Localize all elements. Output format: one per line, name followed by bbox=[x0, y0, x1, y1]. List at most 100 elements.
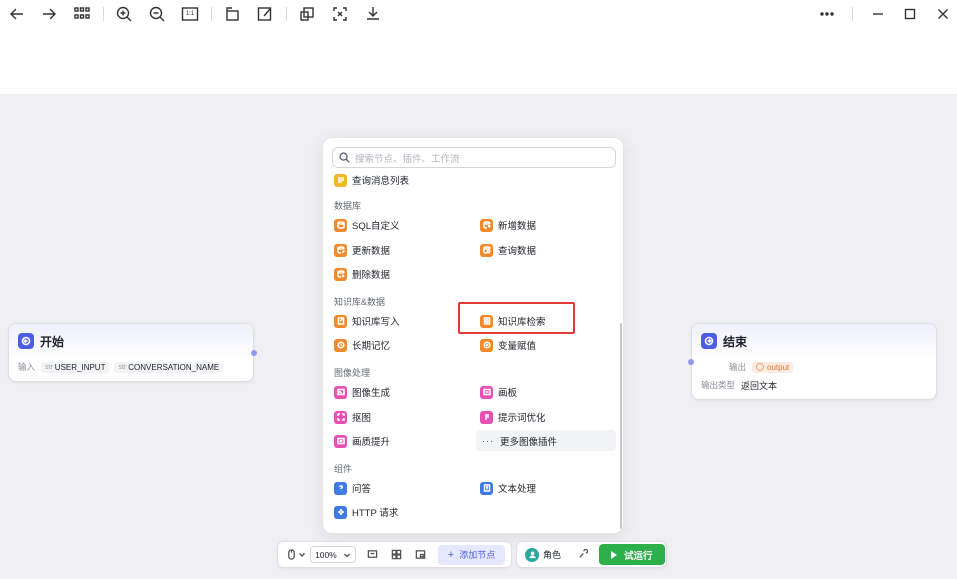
variable-chip: str USER_INPUT bbox=[41, 361, 110, 373]
debug-wrench-icon[interactable] bbox=[575, 548, 589, 562]
memory-icon bbox=[334, 338, 347, 352]
actual-size-label: 1:1 bbox=[185, 11, 195, 17]
canvas-icon bbox=[480, 385, 493, 399]
panel-item-query-messages[interactable]: 查询消息列表 bbox=[334, 174, 409, 189]
grid-icon[interactable] bbox=[72, 4, 92, 24]
start-node-header: 开始 bbox=[9, 324, 253, 358]
search-placeholder: 搜索节点、插件、工作流 bbox=[355, 153, 460, 165]
end-node-input-port[interactable] bbox=[688, 359, 694, 365]
fit-screen-icon[interactable] bbox=[330, 4, 350, 24]
database-search-icon bbox=[480, 243, 493, 257]
run-toolbar: 角色 试运行 bbox=[516, 541, 667, 568]
chevron-down-icon bbox=[343, 553, 350, 557]
play-icon bbox=[611, 550, 618, 559]
category-image: 图像处理 bbox=[334, 368, 371, 378]
start-node-output-port[interactable] bbox=[251, 350, 257, 356]
cutout-icon bbox=[334, 410, 347, 424]
category-knowledge: 知识库&数据 bbox=[334, 297, 386, 307]
http-request-icon bbox=[334, 505, 347, 519]
chevron-down-icon[interactable] bbox=[298, 548, 306, 562]
add-node-panel: 搜索节点、插件、工作流 查询消息列表 数据库 SQL自定义 新增数据 更新数据 … bbox=[322, 137, 624, 534]
database-delete-icon bbox=[334, 267, 347, 281]
maximize-icon[interactable] bbox=[900, 4, 920, 24]
comment-icon[interactable] bbox=[366, 548, 380, 562]
zoom-out-icon[interactable] bbox=[147, 4, 167, 24]
start-node-title: 开始 bbox=[40, 334, 65, 349]
image-generate-icon bbox=[334, 385, 347, 399]
panel-item-delete-data[interactable]: 删除数据 bbox=[334, 265, 390, 283]
panel-item-image-generate[interactable]: 图像生成 bbox=[334, 383, 390, 401]
panel-item-http-request[interactable]: HTTP 请求 bbox=[334, 503, 398, 521]
start-icon bbox=[18, 333, 34, 349]
end-node-title: 结束 bbox=[723, 334, 748, 349]
zoom-select[interactable]: 100% bbox=[310, 546, 356, 563]
plus-icon: + bbox=[447, 548, 455, 561]
start-node-inputs: 输入 str USER_INPUT str CONVERSATION_NAME bbox=[9, 358, 253, 376]
arrow-right-icon[interactable] bbox=[39, 4, 59, 24]
text-process-icon bbox=[480, 481, 493, 495]
panel-item-more-image-plugins[interactable]: ··· 更多图像插件 bbox=[476, 430, 616, 451]
question-icon bbox=[334, 481, 347, 495]
quality-enhance-icon bbox=[334, 434, 347, 448]
start-node[interactable]: 开始 输入 str USER_INPUT str CONVERSATION_NAME bbox=[8, 323, 254, 382]
search-icon bbox=[339, 152, 350, 163]
panel-item-variable-assign[interactable]: 变量赋值 bbox=[480, 336, 536, 354]
end-node[interactable]: 结束 输出 output 输出类型 返回文本 bbox=[691, 323, 937, 400]
variable-chip: str CONVERSATION_NAME bbox=[114, 361, 224, 373]
panel-scrollbar[interactable] bbox=[620, 323, 622, 529]
output-type-label: 输出类型 bbox=[701, 380, 736, 390]
role-button[interactable]: 角色 bbox=[525, 547, 561, 562]
download-icon[interactable] bbox=[363, 4, 383, 24]
panel-item-insert-data[interactable]: 新增数据 bbox=[480, 216, 536, 234]
more-icon[interactable] bbox=[817, 4, 837, 24]
rotate-icon[interactable] bbox=[222, 4, 242, 24]
knowledge-write-icon bbox=[334, 314, 347, 328]
panel-item-long-term-memory[interactable]: 长期记忆 bbox=[334, 336, 390, 354]
search-input[interactable]: 搜索节点、插件、工作流 bbox=[332, 147, 616, 168]
panel-item-canvas-board[interactable]: 画板 bbox=[480, 383, 517, 401]
panel-item-query-data[interactable]: 查询数据 bbox=[480, 241, 536, 259]
end-node-output: 输出 output bbox=[692, 358, 936, 376]
viewer-toolbar: 1:1 bbox=[0, 0, 957, 28]
output-label: 输出 bbox=[729, 362, 747, 372]
category-component: 组件 bbox=[334, 464, 353, 474]
category-database: 数据库 bbox=[334, 201, 362, 211]
edit-icon[interactable] bbox=[255, 4, 275, 24]
database-add-icon bbox=[480, 218, 493, 232]
end-icon bbox=[701, 333, 717, 349]
panel-item-qa[interactable]: 问答 bbox=[334, 479, 371, 497]
prompt-optimize-icon bbox=[480, 410, 493, 424]
panel-item-knowledge-search[interactable]: 知识库检索 bbox=[480, 312, 546, 330]
output-type-value: 返回文本 bbox=[741, 380, 778, 391]
mouse-mode-icon[interactable] bbox=[284, 548, 298, 562]
panel-item-update-data[interactable]: 更新数据 bbox=[334, 241, 390, 259]
panel-item-prompt-optimize[interactable]: 提示词优化 bbox=[480, 408, 546, 426]
panel-item-text-process[interactable]: 文本处理 bbox=[480, 479, 536, 497]
input-label: 输入 bbox=[18, 362, 36, 372]
actual-size-icon[interactable]: 1:1 bbox=[180, 4, 200, 24]
output-variable-chip: output bbox=[752, 361, 794, 373]
database-icon bbox=[334, 218, 347, 232]
panel-item-knowledge-write[interactable]: 知识库写入 bbox=[334, 312, 400, 330]
more-dots-icon: ··· bbox=[482, 435, 494, 446]
test-run-button[interactable]: 试运行 bbox=[599, 544, 665, 565]
avatar bbox=[525, 547, 539, 562]
panel-item-quality-enhance[interactable]: 画质提升 bbox=[334, 432, 390, 450]
database-edit-icon bbox=[334, 243, 347, 257]
minimap-icon[interactable] bbox=[414, 548, 428, 562]
minimize-icon[interactable] bbox=[868, 4, 888, 24]
knowledge-search-icon bbox=[480, 314, 493, 328]
end-node-output-type: 输出类型 返回文本 bbox=[692, 376, 936, 394]
layout-icon[interactable] bbox=[390, 548, 404, 562]
panel-item-sql-custom[interactable]: SQL自定义 bbox=[334, 216, 400, 234]
arrow-left-icon[interactable] bbox=[7, 4, 27, 24]
canvas-toolbar: 100% + 添加节点 bbox=[277, 541, 512, 568]
add-node-button[interactable]: + 添加节点 bbox=[437, 544, 506, 565]
zoom-in-icon[interactable] bbox=[114, 4, 134, 24]
copy-icon[interactable] bbox=[297, 4, 317, 24]
panel-item-cutout[interactable]: 抠图 bbox=[334, 408, 371, 426]
variable-icon bbox=[480, 338, 493, 352]
end-node-header: 结束 bbox=[692, 324, 936, 358]
message-list-icon bbox=[334, 174, 347, 187]
close-icon[interactable] bbox=[933, 4, 953, 24]
